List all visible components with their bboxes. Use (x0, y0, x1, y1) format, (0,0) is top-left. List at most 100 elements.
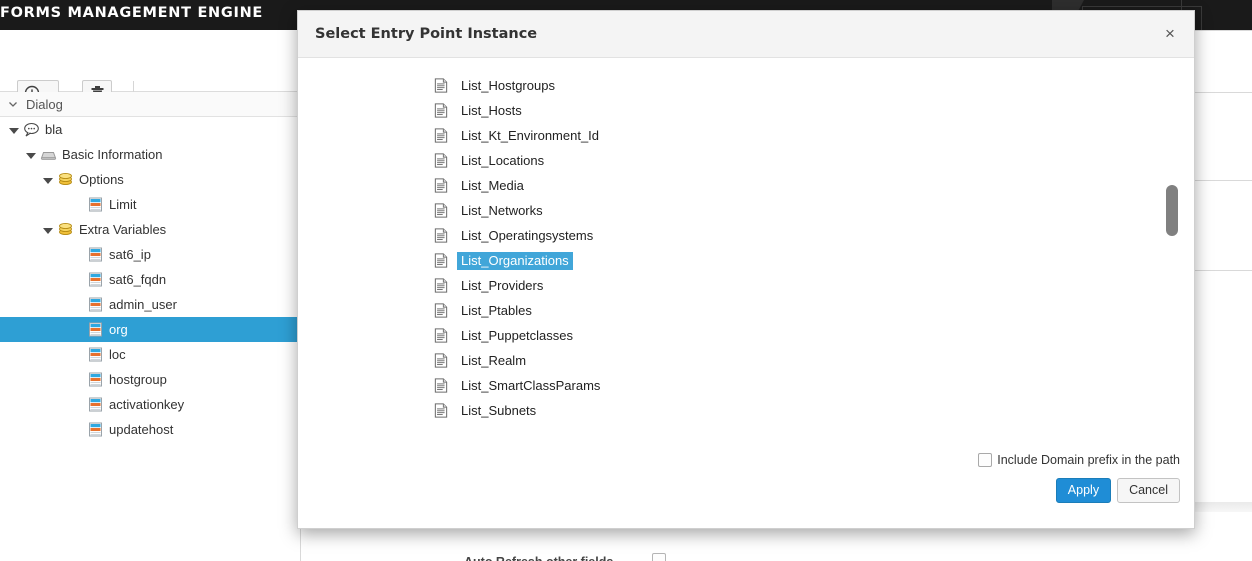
document-icon (433, 302, 449, 320)
list-item-label: List_Networks (461, 202, 543, 218)
tree-item-hostgroup[interactable]: hostgroup (0, 367, 300, 392)
tree-item-activationkey[interactable]: activationkey (0, 392, 300, 417)
list-item[interactable]: List_Kt_Environment_Id (298, 123, 1178, 148)
field-icon (87, 371, 104, 388)
tree-item-sat6-ip[interactable]: sat6_ip (0, 242, 300, 267)
document-icon (433, 277, 449, 295)
cancel-button[interactable]: Cancel (1117, 478, 1180, 503)
dialog-title-bar: Select Entry Point Instance × (298, 11, 1194, 58)
dialog-footer: Include Domain prefix in the path Apply … (298, 438, 1194, 528)
list-item[interactable]: List_Providers (298, 273, 1178, 298)
tree-item-options[interactable]: Options (0, 167, 300, 192)
field-icon (87, 271, 104, 288)
list-item-label: List_SmartClassParams (461, 377, 601, 393)
select-entry-point-instance-dialog: Select Entry Point Instance × List_Hostg… (297, 10, 1195, 529)
tree-item-org[interactable]: org (0, 317, 300, 342)
list-item[interactable]: List_Organizations (298, 248, 1178, 273)
list-scrollbar-thumb[interactable] (1166, 185, 1178, 236)
tree-item-label: Limit (109, 197, 137, 212)
tree-item-updatehost[interactable]: updatehost (0, 417, 300, 442)
document-icon (433, 202, 449, 220)
list-item[interactable]: List_Networks (298, 198, 1178, 223)
dialog-tree[interactable]: bla Basic Information Options Limit Extra Va… (0, 117, 300, 561)
list-item[interactable]: List_Operatingsystems (298, 223, 1178, 248)
document-icon (433, 102, 449, 120)
document-icon (433, 127, 449, 145)
document-icon (433, 377, 449, 395)
tree-item-admin-user[interactable]: admin_user (0, 292, 300, 317)
list-item-label: List_Operatingsystems (461, 227, 594, 243)
speech-bubble-icon (23, 121, 40, 138)
chevron-down-icon[interactable] (42, 174, 54, 186)
include-domain-prefix-row[interactable]: Include Domain prefix in the path (978, 453, 1180, 467)
document-icon (433, 177, 449, 195)
auto-refresh-other-fields-label: Auto Refresh other fields (464, 555, 613, 561)
chevron-down-icon[interactable] (42, 224, 54, 236)
field-icon (87, 246, 104, 263)
list-item[interactable]: List_Media (298, 173, 1178, 198)
coins-icon (57, 221, 74, 238)
include-domain-prefix-checkbox[interactable] (978, 453, 993, 467)
tree-item-basic-information[interactable]: Basic Information (0, 142, 300, 167)
tree-item-extra-variables[interactable]: Extra Variables (0, 217, 300, 242)
document-icon (433, 402, 449, 420)
tree-item-label: org (109, 322, 128, 337)
list-item-label: List_Kt_Environment_Id (461, 127, 600, 143)
document-icon (433, 327, 449, 345)
list-item[interactable]: List_Subnets (298, 398, 1178, 423)
tree-item-label: sat6_ip (109, 247, 151, 262)
dialog-panel-header[interactable]: Dialog (0, 92, 300, 117)
chevron-down-icon[interactable] (8, 124, 20, 136)
list-item[interactable]: List_SmartClassParams (298, 373, 1178, 398)
document-icon (433, 77, 449, 95)
list-item[interactable]: List_Hostgroups (298, 73, 1178, 98)
list-item-label: List_Providers (461, 277, 544, 293)
chevron-down-icon[interactable] (25, 149, 37, 161)
apply-button[interactable]: Apply (1055, 478, 1112, 503)
field-icon (87, 196, 104, 213)
list-item[interactable]: List_Puppetclasses (298, 323, 1178, 348)
tree-item-loc[interactable]: loc (0, 342, 300, 367)
close-icon[interactable]: × (1160, 24, 1180, 44)
tree-item-label: hostgroup (109, 372, 167, 387)
list-item-label: List_Hostgroups (461, 77, 555, 93)
document-icon (433, 252, 449, 270)
list-item[interactable]: List_Ptables (298, 298, 1178, 323)
tree-item-label: activationkey (109, 397, 185, 412)
list-item-label: List_Hosts (461, 102, 522, 118)
document-icon (433, 352, 449, 370)
field-icon (87, 396, 104, 413)
tree-item-label: loc (109, 347, 126, 362)
list-item-label: List_Locations (461, 152, 545, 168)
dialog-button-row: Apply Cancel (1055, 478, 1180, 503)
list-item[interactable]: List_Realm (298, 348, 1178, 373)
list-item-label: List_Subnets (461, 402, 537, 418)
document-icon (433, 152, 449, 170)
field-icon (87, 296, 104, 313)
field-icon (87, 421, 104, 438)
tree-item-limit[interactable]: Limit (0, 192, 300, 217)
screen: FORMS MANAGEMENT ENGINE Auto Refresh oth… (0, 0, 1252, 561)
tree-item-sat6-fqdn[interactable]: sat6_fqdn (0, 267, 300, 292)
dialog-title: Select Entry Point Instance (315, 26, 538, 42)
tree-item-bla[interactable]: bla (0, 117, 300, 142)
tree-item-label: Extra Variables (79, 222, 167, 237)
list-item[interactable]: List_Hosts (298, 98, 1178, 123)
tree-item-label: Options (79, 172, 124, 187)
auto-refresh-checkbox[interactable] (652, 553, 666, 561)
field-icon (87, 346, 104, 363)
tree-item-label: bla (45, 122, 63, 137)
app-brand-title: FORMS MANAGEMENT ENGINE (0, 5, 264, 21)
list-item[interactable]: List_Locations (298, 148, 1178, 173)
field-icon (87, 321, 104, 338)
tab-icon (40, 146, 57, 163)
list-scrollbar-track[interactable] (1168, 73, 1180, 438)
entry-point-instance-list[interactable]: List_Hostgroups List_Hosts List_Kt_Environ… (298, 73, 1178, 438)
list-item-label: List_Realm (461, 352, 527, 368)
